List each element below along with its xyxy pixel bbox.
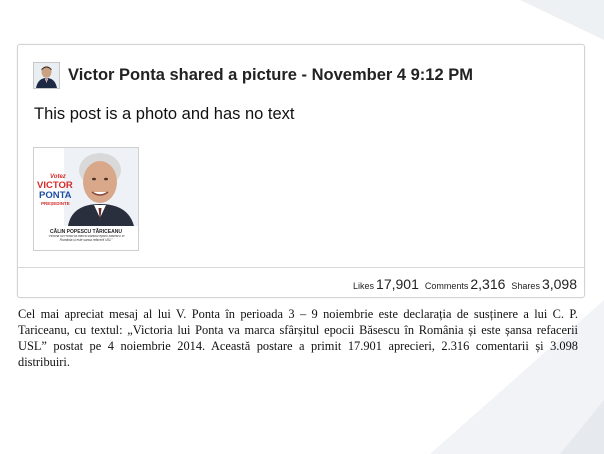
profile-photo-icon: [34, 62, 59, 88]
shares-count[interactable]: 3,098: [542, 276, 577, 292]
post-body-text: This post is a photo and has no text: [34, 105, 295, 123]
post-header: Victor Ponta shared a picture - November…: [33, 60, 473, 90]
campaign-poster-image: Votez VICTOR PONTA PREȘEDINTE CĂLIN POPE…: [34, 148, 138, 250]
likes-label: Likes: [353, 281, 375, 291]
comments-label: Comments: [424, 281, 469, 291]
poster-person-name: CĂLIN POPESCU TĂRICEANU: [50, 228, 122, 235]
likes-count[interactable]: 17,901: [376, 276, 419, 292]
slide-caption: Cel mai apreciat mesaj al lui V. Ponta î…: [18, 307, 578, 369]
post-header-text[interactable]: Victor Ponta shared a picture - November…: [68, 66, 473, 85]
poster-quote: "Victoria lui Ponta va marca sfârșitul e…: [47, 235, 125, 242]
post-stats: Likes 17,901 Comments 2,316 Shares 3,098: [353, 276, 577, 292]
author-avatar[interactable]: [33, 61, 60, 89]
shares-label: Shares: [511, 281, 540, 291]
badge-name2-text: PONTA: [39, 190, 72, 201]
facebook-post-card: Victor Ponta shared a picture - November…: [17, 44, 585, 298]
post-photo[interactable]: Votez VICTOR PONTA PREȘEDINTE CĂLIN POPE…: [33, 147, 139, 251]
stats-divider: [18, 267, 584, 268]
comments-count[interactable]: 2,316: [470, 276, 505, 292]
